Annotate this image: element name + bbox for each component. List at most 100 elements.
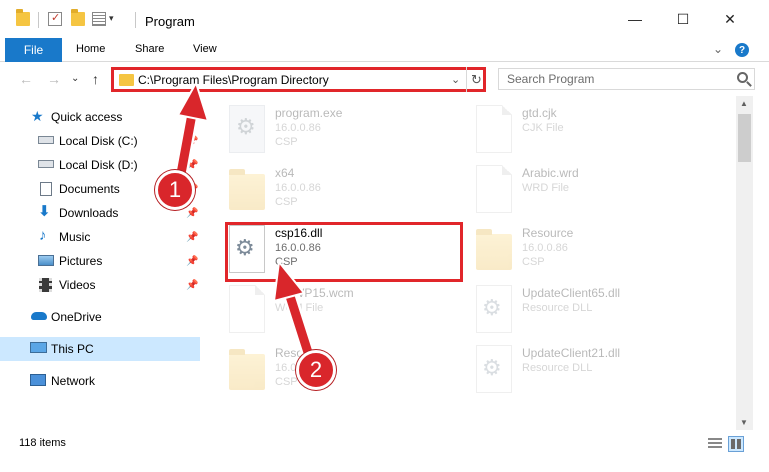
sidebar-item-label: Videos <box>59 278 96 292</box>
file-name: gtd.cjk <box>522 106 557 120</box>
recent-locations-icon[interactable]: ⌄ <box>71 73 79 84</box>
divider <box>135 12 136 28</box>
file-name: x64 <box>275 166 295 180</box>
vertical-scrollbar[interactable]: ▲ ▼ <box>736 96 753 430</box>
close-button[interactable]: ✕ <box>707 0 753 38</box>
sidebar-item-network[interactable]: Network <box>0 369 200 393</box>
customize-quick-access-icon[interactable]: ▾ <box>109 13 114 24</box>
file-item[interactable]: Arabic.wrd WRD File <box>476 162 716 222</box>
address-bar[interactable]: C:\Program Files\Program Directory ⌄ ↻ <box>111 67 486 92</box>
documents-icon <box>40 182 52 196</box>
sidebar-item-label: Pictures <box>59 254 103 268</box>
item-count: 118 items <box>19 437 66 449</box>
tab-home[interactable]: Home <box>76 43 105 55</box>
folder-icon <box>476 229 512 270</box>
scroll-down-icon[interactable]: ▼ <box>740 418 748 427</box>
forward-button[interactable]: → <box>47 71 61 87</box>
pin-icon[interactable]: 📌 <box>186 232 198 243</box>
annotation-number-1: 1 <box>155 170 195 210</box>
pin-icon[interactable]: 📌 <box>186 256 198 267</box>
file-version: 16.0.0.86 <box>275 182 321 194</box>
sidebar-item-label: This PC <box>51 342 94 356</box>
file-item[interactable]: x64 16.0.0.86 CSP <box>229 162 469 222</box>
file-name: Resource <box>522 226 574 240</box>
details-view-icon[interactable] <box>708 438 722 450</box>
divider <box>38 12 39 28</box>
file-type: Resource DLL <box>522 362 593 374</box>
sidebar-item-label: Music <box>59 230 91 244</box>
sidebar-item-pictures[interactable]: Pictures 📌 <box>0 249 200 273</box>
sidebar-item-videos[interactable]: Videos 📌 <box>0 273 200 297</box>
pin-icon[interactable]: 📌 <box>186 136 198 147</box>
sidebar-item-quick-access[interactable]: ★ Quick access <box>0 105 200 129</box>
scroll-up-icon[interactable]: ▲ <box>740 99 748 108</box>
tab-view[interactable]: View <box>193 43 217 55</box>
sidebar-item-onedrive[interactable]: OneDrive <box>0 305 200 329</box>
folder-icon <box>229 349 265 390</box>
document-icon <box>476 105 512 153</box>
gear-document-icon <box>476 285 512 333</box>
sidebar-item-label: Quick access <box>51 110 123 124</box>
expand-ribbon-icon[interactable]: ⌄ <box>713 42 723 56</box>
folder-icon <box>229 169 265 210</box>
document-icon <box>476 165 512 213</box>
folder-icon[interactable] <box>16 9 30 26</box>
navigation-bar: ← → ⌄ ↑ C:\Program Files\Program Directo… <box>0 62 769 96</box>
status-bar: 118 items <box>0 430 769 460</box>
large-icons-view-icon[interactable] <box>728 436 744 452</box>
tab-share[interactable]: Share <box>135 43 164 55</box>
file-item[interactable]: gtd.cjk CJK File <box>476 102 716 162</box>
properties-icon[interactable] <box>48 11 62 26</box>
window-title: Program <box>145 14 195 29</box>
maximize-button[interactable]: ☐ <box>660 0 706 38</box>
sidebar-item-label: Network <box>51 374 96 388</box>
file-item[interactable]: UpdateClient21.dll Resource DLL <box>476 342 716 402</box>
sidebar-item-local-disk-c[interactable]: Local Disk (C:) 📌 <box>0 129 200 153</box>
tab-file[interactable]: File <box>5 38 62 62</box>
address-path[interactable]: C:\Program Files\Program Directory <box>138 73 329 87</box>
view-icon[interactable] <box>92 12 106 26</box>
cloud-icon <box>31 312 47 320</box>
star-icon: ★ <box>31 108 44 124</box>
sidebar-item-label: Documents <box>59 182 120 196</box>
file-item[interactable]: program.exe 16.0.0.86 CSP <box>229 102 469 162</box>
file-type: Resource DLL <box>522 302 593 314</box>
search-input[interactable] <box>499 69 724 89</box>
file-highlight-box <box>225 222 463 282</box>
search-box[interactable] <box>498 68 755 90</box>
music-icon: ♪ <box>39 227 47 244</box>
file-type: WRD File <box>522 182 570 194</box>
sidebar-item-label: OneDrive <box>51 310 102 324</box>
network-icon <box>30 374 46 386</box>
pin-icon[interactable]: 📌 <box>186 280 198 291</box>
up-button[interactable]: ↑ <box>92 71 99 87</box>
file-item[interactable]: UpdateClient65.dll Resource DLL <box>476 282 716 342</box>
title-bar: ▾ Program — ☐ ✕ <box>0 0 769 38</box>
pin-icon[interactable]: 📌 <box>186 160 198 171</box>
sidebar-item-label: Local Disk (C:) <box>59 134 138 148</box>
sidebar-item-this-pc[interactable]: This PC <box>0 337 200 361</box>
file-item[interactable]: Resource 16.0.0.86 CSP <box>476 222 716 282</box>
refresh-button[interactable]: ↻ <box>466 67 486 92</box>
file-item[interactable]: Resource 16.0.0.86 CSP <box>229 342 469 402</box>
file-type: CJK File <box>522 122 564 134</box>
file-type: WCM File <box>275 302 324 314</box>
sidebar-item-music[interactable]: ♪ Music 📌 <box>0 225 200 249</box>
drive-icon <box>38 136 54 144</box>
back-button[interactable]: ← <box>19 71 33 87</box>
file-item[interactable]: MSWP15.wcm WCM File <box>229 282 469 342</box>
pin-icon[interactable]: 📌 <box>186 208 198 219</box>
scroll-thumb[interactable] <box>738 114 751 162</box>
address-dropdown-icon[interactable]: ⌄ <box>451 73 460 86</box>
gear-document-icon <box>476 345 512 393</box>
navigation-pane: ★ Quick access Local Disk (C:) 📌 Local D… <box>0 96 205 430</box>
search-icon[interactable] <box>737 72 748 83</box>
minimize-button[interactable]: — <box>612 0 658 38</box>
sidebar-item-label: Downloads <box>59 206 119 220</box>
file-company: CSP <box>275 196 298 208</box>
help-icon[interactable]: ? <box>735 43 749 57</box>
new-folder-icon[interactable] <box>71 9 85 26</box>
file-name: MSWP15.wcm <box>275 286 354 300</box>
file-name: UpdateClient21.dll <box>522 346 621 360</box>
folder-icon <box>119 74 134 86</box>
